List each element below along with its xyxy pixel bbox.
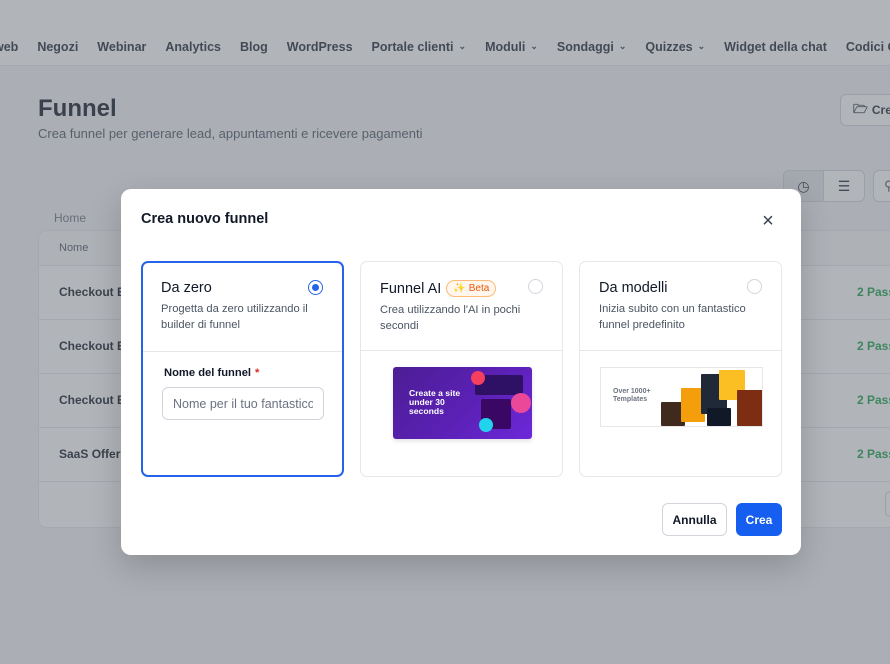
option-card-templates[interactable]: Da modelli Inizia subito con un fantasti…: [579, 261, 782, 477]
cancel-button[interactable]: Annulla: [662, 503, 727, 536]
templates-preview-text: Over 1000+ Templates: [613, 388, 651, 403]
beta-badge: ✨ Beta: [446, 280, 497, 297]
card-header: Da zero Progetta da zero utilizzando il …: [143, 263, 342, 352]
preview-bubble: [471, 371, 485, 385]
templates-preview-image: Over 1000+ Templates: [600, 367, 763, 427]
funnel-name-label: Nome del funnel *: [164, 367, 260, 379]
ai-preview-text: Create a site under 30 seconds: [409, 388, 461, 416]
funnel-name-input[interactable]: [162, 387, 324, 420]
create-funnel-modal: Crea nuovo funnel × Da zero Progetta da …: [121, 189, 801, 555]
card-description: Inizia subito con un fantastico funnel p…: [599, 303, 746, 331]
option-card-scratch[interactable]: Da zero Progetta da zero utilizzando il …: [141, 261, 344, 477]
required-mark: *: [255, 367, 260, 379]
create-button[interactable]: Crea: [736, 503, 782, 536]
sparkle-icon: ✨: [453, 283, 466, 294]
close-icon[interactable]: ×: [758, 211, 778, 231]
radio-templates[interactable]: [747, 279, 762, 294]
radio-ai[interactable]: [528, 279, 543, 294]
radio-scratch[interactable]: [308, 280, 323, 295]
template-tile: [737, 390, 762, 426]
template-tile: [707, 408, 731, 426]
ai-preview-image: Create a site under 30 seconds: [393, 367, 532, 439]
card-description: Progetta da zero utilizzando il builder …: [161, 303, 308, 331]
modal-title: Crea nuovo funnel: [141, 211, 269, 227]
card-header: Da modelli Inizia subito con un fantasti…: [580, 262, 781, 351]
card-header: Funnel AI ✨ Beta Crea utilizzando l'AI i…: [361, 262, 562, 351]
preview-bubble: [479, 418, 493, 432]
card-description: Crea utilizzando l'AI in pochi secondi: [380, 304, 521, 332]
option-card-ai[interactable]: Funnel AI ✨ Beta Crea utilizzando l'AI i…: [360, 261, 563, 477]
preview-bubble: [511, 393, 531, 413]
